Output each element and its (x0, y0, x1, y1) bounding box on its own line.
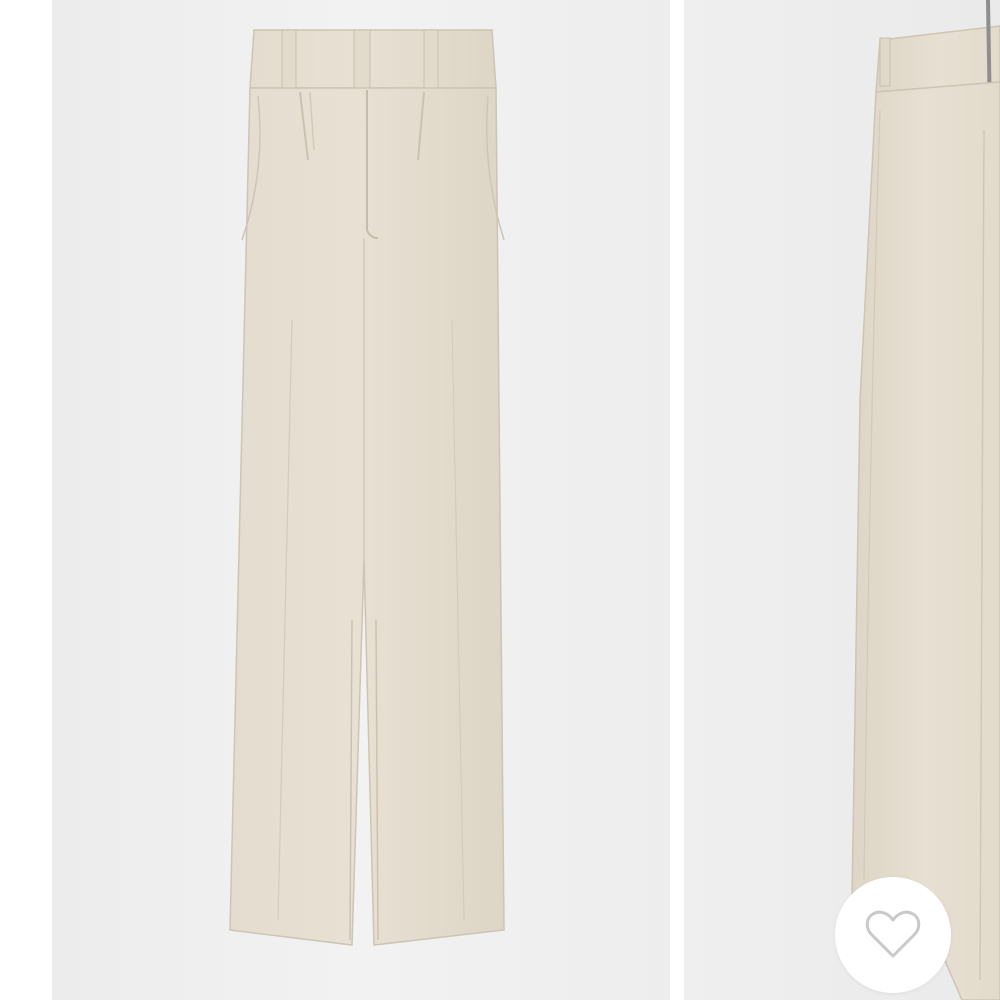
product-photo-side[interactable] (684, 0, 1000, 1000)
favorite-button[interactable] (835, 877, 951, 993)
product-image-gallery (0, 0, 1000, 1000)
heart-outline-icon (865, 910, 921, 960)
pants-front-photo (52, 0, 670, 1000)
gallery-divider (670, 0, 684, 1000)
pants-side-photo (684, 0, 1000, 1000)
product-photo-main[interactable] (52, 0, 670, 1000)
